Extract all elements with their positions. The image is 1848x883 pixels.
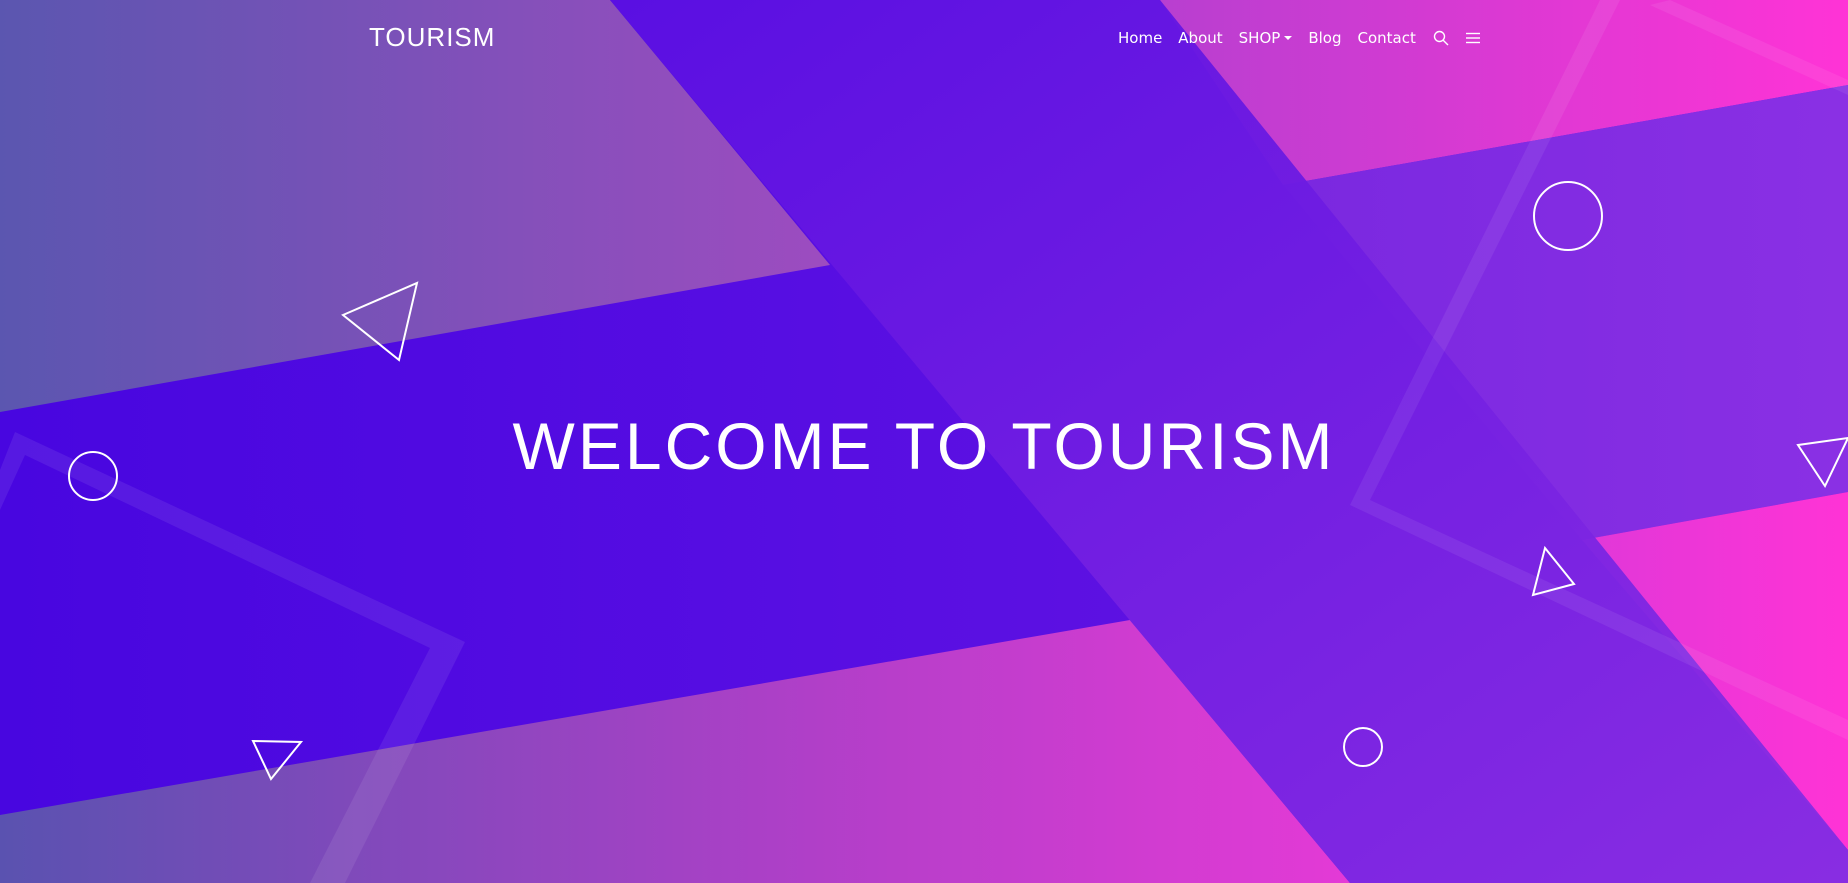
hamburger-menu-icon[interactable] [1464,28,1482,48]
hero-title: WELCOME TO TOURISM [512,409,1336,483]
nav-item-blog[interactable]: Blog [1308,28,1341,48]
brand-logo[interactable]: TOURISM [369,22,495,53]
nav-item-contact[interactable]: Contact [1357,28,1415,48]
search-icon[interactable] [1432,28,1450,48]
nav-item-shop[interactable]: SHOP [1239,28,1293,48]
caret-down-icon [1284,36,1293,40]
hero-section: TOURISM Home About SHOP Blog Contact WEL… [0,0,1848,883]
nav-item-about[interactable]: About [1178,28,1222,48]
nav-item-shop-label: SHOP [1238,29,1281,47]
nav-item-home[interactable]: Home [1118,28,1162,48]
main-nav: Home About SHOP Blog Contact [1118,28,1496,48]
top-navbar: TOURISM Home About SHOP Blog Contact [0,0,1848,78]
